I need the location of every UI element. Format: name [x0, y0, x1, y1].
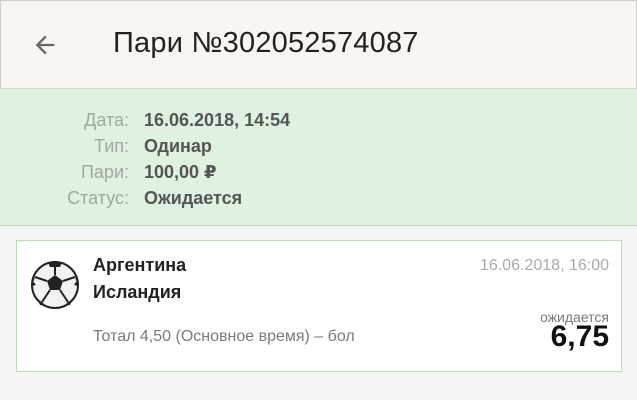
type-label: Тип: [93, 136, 129, 156]
odd-value: 6,75 [550, 320, 609, 353]
event-card[interactable]: Аргентина Исландия 16.06.2018, 16:00 Тот… [16, 240, 622, 372]
top-app-bar: Пари №302052574087 [0, 0, 637, 88]
type-value: Одинар [144, 136, 212, 156]
page-title: Пари №302052574087 [113, 27, 419, 59]
stake-label: Пари: [80, 162, 129, 182]
back-button[interactable] [23, 23, 67, 67]
info-row-stake: Пари: 100,00 ₽ [0, 159, 637, 185]
event-datetime: 16.06.2018, 16:00 [479, 257, 609, 274]
status-value: Ожидается [144, 188, 243, 208]
team-home: Аргентина [93, 255, 187, 275]
arrow-left-icon [35, 35, 55, 55]
info-row-status: Статус: Ожидается [0, 185, 637, 211]
stake-value: 100,00 ₽ [144, 162, 217, 182]
info-row-date: Дата: 16.06.2018, 14:54 [0, 107, 637, 133]
bet-info-panel: Дата: 16.06.2018, 14:54 Тип: Одинар Пари… [0, 88, 637, 226]
date-value: 16.06.2018, 14:54 [144, 110, 291, 130]
soccer-ball-icon [31, 261, 79, 309]
bet-market: Тотал 4,50 (Основное время) – бол [93, 328, 355, 345]
info-row-type: Тип: Одинар [0, 133, 637, 159]
team-away: Исландия [93, 282, 182, 302]
date-label: Дата: [84, 110, 129, 130]
status-label: Статус: [67, 188, 129, 208]
